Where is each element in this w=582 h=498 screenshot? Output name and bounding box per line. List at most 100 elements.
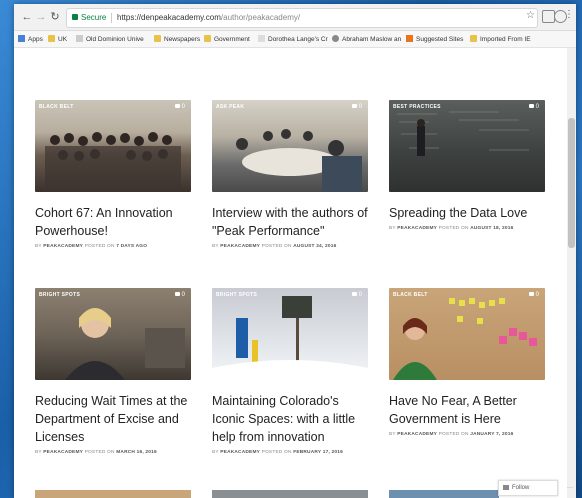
post-date[interactable]: JANUARY 7, 2016: [470, 432, 513, 437]
meta-by: BY: [389, 226, 396, 231]
address-bar[interactable]: Secure https://denpeakacademy.com/author…: [66, 8, 538, 28]
more-options-icon[interactable]: ···: [567, 481, 573, 495]
category-badge[interactable]: BLACK BELT: [39, 104, 74, 110]
post-meta: BY PEAKACADEMY POSTED ON MARCH 16, 2016: [35, 450, 193, 455]
post-thumbnail[interactable]: BRIGHT SPOTS 0: [35, 288, 191, 380]
meta-by: BY: [35, 244, 42, 249]
bookmark-maslow[interactable]: Abraham Maslow an: [332, 35, 401, 43]
bookmark-apps[interactable]: Apps: [18, 35, 43, 43]
post-date[interactable]: MARCH 16, 2016: [116, 450, 157, 455]
post-date[interactable]: FEBRUARY 17, 2016: [293, 450, 343, 455]
comment-number: 0: [535, 292, 539, 298]
post-meta: BY PEAKACADEMY POSTED ON FEBRUARY 17, 20…: [212, 450, 370, 455]
post-card: BLACK BELT 0 Cohort 67: An Innovation Po…: [35, 100, 193, 249]
post-date[interactable]: 7 DAYS AGO: [116, 244, 147, 249]
apps-icon: [18, 35, 25, 42]
bookmark-government[interactable]: Government: [204, 35, 250, 43]
comment-count[interactable]: 0: [528, 292, 539, 298]
bookmark-star-icon[interactable]: ☆: [526, 10, 535, 21]
bookmark-suggested[interactable]: Suggested Sites: [406, 35, 463, 43]
comment-number: 0: [535, 104, 539, 110]
post-title[interactable]: Maintaining Colorado's Iconic Spaces: wi…: [212, 392, 370, 446]
post-card: ASK PEAK 0 Interview with the authors of…: [212, 100, 370, 249]
bookmark-label: Imported From IE: [480, 36, 531, 43]
scrollbar-thumb[interactable]: [568, 118, 575, 248]
post-author[interactable]: PEAKACADEMY: [43, 244, 83, 249]
back-arrow-icon[interactable]: ←: [20, 10, 34, 24]
post-title[interactable]: Cohort 67: An Innovation Powerhouse!: [35, 204, 193, 240]
bookmark-dorothea[interactable]: Dorothea Lange's Cr: [258, 35, 328, 43]
post-card: BEST PRACTICES 0 Spreading the Data Love…: [389, 100, 547, 231]
post-thumbnail-partial[interactable]: [389, 490, 499, 498]
bookmark-uk[interactable]: UK: [48, 35, 67, 43]
post-thumbnail[interactable]: BRIGHT SPOTS 0: [212, 288, 368, 380]
meta-posted: POSTED ON: [438, 432, 469, 437]
comment-icon: [174, 104, 180, 108]
bookmark-label: Newspapers: [164, 36, 201, 43]
meta-posted: POSTED ON: [438, 226, 469, 231]
bookmarks-bar: Apps UK Old Dominion Unive Newspapers Go…: [14, 31, 576, 48]
post-thumbnail[interactable]: BLACK BELT 0: [389, 288, 545, 380]
comment-number: 0: [181, 104, 185, 110]
menu-dots-icon[interactable]: ⋮: [564, 9, 574, 20]
post-title[interactable]: Interview with the authors of "Peak Perf…: [212, 204, 370, 240]
post-author[interactable]: PEAKACADEMY: [43, 450, 83, 455]
bookmark-label: Abraham Maslow an: [342, 36, 402, 43]
meta-posted: POSTED ON: [84, 450, 115, 455]
follow-icon: [503, 485, 509, 490]
comment-count[interactable]: 0: [174, 104, 185, 110]
category-badge[interactable]: BRIGHT SPOTS: [39, 292, 80, 298]
post-meta: BY PEAKACADEMY POSTED ON JANUARY 7, 2016: [389, 432, 547, 437]
reload-icon[interactable]: ↻: [48, 10, 62, 24]
comment-icon: [174, 292, 180, 296]
meta-posted: POSTED ON: [261, 244, 292, 249]
snow-scene-photo: [212, 296, 368, 380]
post-thumbnail[interactable]: BEST PRACTICES 0: [389, 100, 545, 192]
post-title[interactable]: Reducing Wait Times at the Department of…: [35, 392, 193, 446]
folder-icon: [470, 35, 477, 42]
bookmark-label: Old Dominion Unive: [86, 36, 144, 43]
post-card: BRIGHT SPOTS 0 Maintaining Colorado's Ic…: [212, 288, 370, 455]
meeting-photo: [236, 129, 362, 192]
bookmark-label: Apps: [28, 36, 43, 43]
post-thumbnail[interactable]: ASK PEAK 0: [212, 100, 368, 192]
post-date[interactable]: AUGUST 24, 2016: [293, 244, 336, 249]
bookmark-imported[interactable]: Imported From IE: [470, 35, 531, 43]
post-thumbnail-partial[interactable]: [212, 490, 368, 498]
url-text[interactable]: https://denpeakacademy.com/author/peakac…: [117, 9, 300, 27]
category-badge[interactable]: BRIGHT SPOTS: [216, 292, 257, 298]
category-badge[interactable]: BEST PRACTICES: [393, 104, 441, 110]
meta-by: BY: [212, 450, 219, 455]
post-author[interactable]: PEAKACADEMY: [220, 450, 260, 455]
category-badge[interactable]: ASK PEAK: [216, 104, 244, 110]
bookmark-newspapers[interactable]: Newspapers: [154, 35, 200, 43]
bookmark-page-icon: [76, 35, 83, 42]
bookmark-page-icon: [332, 35, 339, 42]
post-author[interactable]: PEAKACADEMY: [220, 244, 260, 249]
post-author[interactable]: PEAKACADEMY: [397, 226, 437, 231]
post-meta: BY PEAKACADEMY POSTED ON AUGUST 24, 2016: [212, 244, 370, 249]
post-title[interactable]: Spreading the Data Love: [389, 204, 547, 222]
bookmark-odu[interactable]: Old Dominion Unive: [76, 35, 144, 43]
comment-count[interactable]: 0: [351, 104, 362, 110]
forward-arrow-icon[interactable]: →: [34, 10, 48, 24]
lock-icon: [72, 14, 78, 20]
sticky-notes-photo: [393, 298, 537, 380]
post-meta: BY PEAKACADEMY POSTED ON AUGUST 18, 2016: [389, 226, 547, 231]
post-title[interactable]: Have No Fear, A Better Government is Her…: [389, 392, 547, 428]
category-badge[interactable]: BLACK BELT: [393, 292, 428, 298]
post-date[interactable]: AUGUST 18, 2016: [470, 226, 513, 231]
meta-by: BY: [212, 244, 219, 249]
post-thumbnail-partial[interactable]: [35, 490, 191, 498]
meta-posted: POSTED ON: [84, 244, 115, 249]
comment-count[interactable]: 0: [528, 104, 539, 110]
comment-count[interactable]: 0: [174, 292, 185, 298]
post-author[interactable]: PEAKACADEMY: [397, 432, 437, 437]
follow-button[interactable]: Follow ···: [498, 480, 573, 496]
folder-icon: [204, 35, 211, 42]
comment-count[interactable]: 0: [351, 292, 362, 298]
bookmark-label: Dorothea Lange's Cr: [268, 36, 328, 43]
page-scrollbar[interactable]: [567, 48, 576, 498]
follow-label: Follow: [512, 485, 530, 491]
post-thumbnail[interactable]: BLACK BELT 0: [35, 100, 191, 192]
